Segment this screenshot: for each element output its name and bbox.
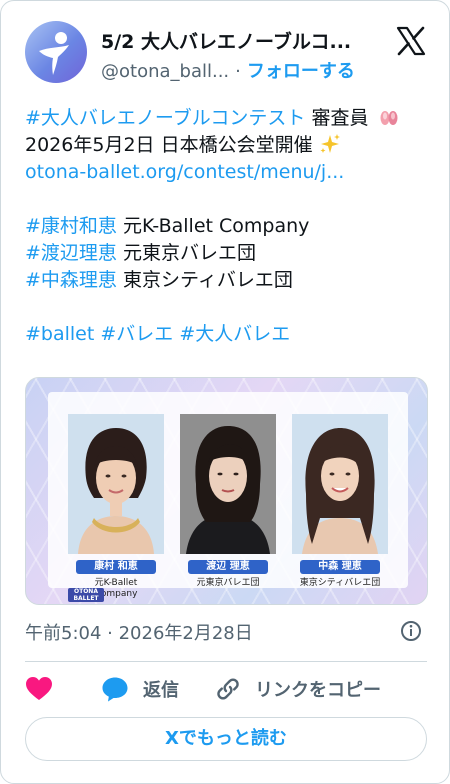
separator-dot: · (235, 61, 241, 82)
post-header: 5/2 大人バレエノーブルコ... @otona_ball... · フォローする (25, 21, 427, 85)
divider (25, 661, 427, 662)
post-text: 2026年5月2日 日本橋公会堂開催 (25, 134, 313, 156)
judge-photo (292, 414, 388, 554)
post-line: #康村和恵 元K-Ballet Company (25, 213, 429, 240)
copy-link-button[interactable]: リンクをコピー (215, 671, 381, 707)
post-line: #ballet #バレエ #大人バレエ (25, 321, 429, 348)
media-image[interactable]: 康村 和恵 元K-Ballet Company 渡辺 理恵 元東京バレエ団 中森… (25, 377, 428, 605)
post-body: #大人バレエノーブルコンテスト 審査員 2026年5月2日 日本橋公会堂開催 o… (25, 105, 429, 348)
reply-label: 返信 (143, 680, 179, 701)
judge-name-plate: 中森 理恵 (300, 560, 380, 574)
judge-caption: 元東京バレエ団 (178, 578, 278, 589)
judge-caption: 東京シティバレエ団 (290, 578, 390, 589)
judges-panel: 康村 和恵 元K-Ballet Company 渡辺 理恵 元東京バレエ団 中森… (48, 392, 408, 602)
post-line: otona-ballet.org/contest/menu/j... (25, 159, 429, 186)
brand-logo: OTONA BALLET (68, 588, 104, 602)
judge-photo (68, 414, 164, 554)
post-text: 審査員 (305, 107, 369, 129)
hashtag-links[interactable]: #ballet #バレエ #大人バレエ (25, 323, 290, 345)
hashtag-link[interactable]: #康村和恵 (25, 215, 117, 237)
judge-name-plate: 康村 和恵 (76, 560, 156, 574)
dancer-logo-icon (39, 32, 69, 75)
brand-logo-text: OTONA (74, 588, 98, 595)
brand-logo-text: BALLET (73, 595, 99, 602)
username-handle[interactable]: @otona_ball... (101, 61, 229, 82)
judge-photo (180, 414, 276, 554)
reply-bubble-icon (102, 677, 128, 702)
hashtag-link[interactable]: #大人バレエノーブルコンテスト (25, 107, 305, 129)
post-text: 元K-Ballet Company (116, 215, 310, 237)
post-line: 2026年5月2日 日本橋公会堂開催 (25, 132, 429, 159)
hashtag-link[interactable]: #渡辺理恵 (25, 242, 117, 264)
judge-caption-line: 元東京バレエ団 (196, 578, 260, 588)
reply-button[interactable]: 返信 (101, 671, 179, 707)
follow-button[interactable]: フォローする (247, 61, 355, 82)
link-icon (217, 678, 239, 700)
judge-name-plate: 渡辺 理恵 (188, 560, 268, 574)
hashtag-link[interactable]: #中森理恵 (25, 269, 117, 291)
judge-caption-line: 東京シティバレエ団 (299, 578, 381, 588)
sparkles-icon (320, 134, 340, 153)
read-more-button[interactable]: Xでもっと読む (25, 717, 427, 761)
ballet-shoes-icon (380, 111, 397, 125)
x-logo-icon[interactable] (395, 25, 427, 57)
action-bar: 返信 リンクをコピー (25, 671, 427, 707)
like-button[interactable] (25, 671, 53, 707)
post-line: #大人バレエノーブルコンテスト 審査員 (25, 105, 429, 132)
embedded-post-card: 5/2 大人バレエノーブルコ... @otona_ball... · フォローする … (0, 0, 450, 784)
post-line: #渡辺理恵 元東京バレエ団 (25, 240, 429, 267)
handle-row: @otona_ball... · フォローする (101, 57, 355, 83)
post-line: #中森理恵 東京シティバレエ団 (25, 267, 429, 294)
post-timestamp[interactable]: 午前5:04 · 2026年2月28日 (25, 619, 253, 645)
copy-link-label: リンクをコピー (255, 680, 381, 701)
url-link[interactable]: otona-ballet.org/contest/menu/j... (25, 161, 344, 183)
info-icon[interactable] (399, 619, 423, 643)
post-text: 東京シティバレエ団 (116, 269, 293, 291)
avatar[interactable] (25, 21, 87, 83)
post-text: 元東京バレエ団 (116, 242, 256, 264)
heart-icon (26, 677, 52, 700)
display-name[interactable]: 5/2 大人バレエノーブルコ... (101, 27, 381, 54)
